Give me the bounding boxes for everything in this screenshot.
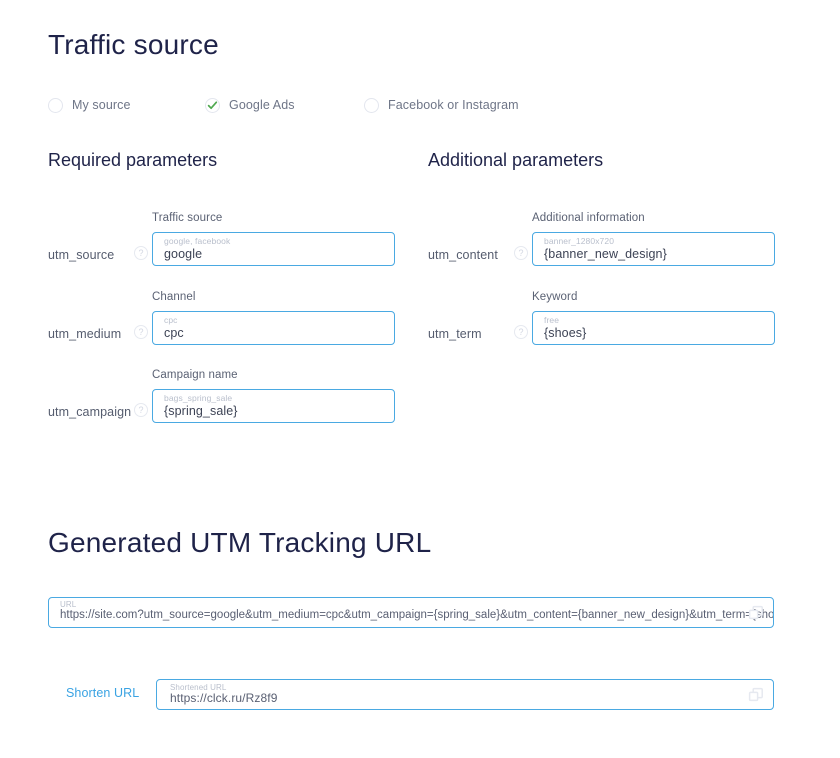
check-icon [205,97,220,113]
generated-url-title: Generated UTM Tracking URL [48,527,432,558]
input-placeholder: free [544,315,560,325]
source-option-group: My source Google Ads Facebook or Instagr… [48,96,788,114]
input-value: {spring_sale} [164,404,238,418]
param-label: utm_medium [48,327,122,341]
copy-icon[interactable] [748,605,764,621]
utm-campaign-input[interactable]: bags_spring_sale {spring_sale} [152,389,395,423]
param-label: utm_content [428,248,498,262]
input-placeholder: banner_1280x720 [544,236,615,246]
help-icon[interactable]: ? [134,325,148,339]
field-caption: Channel [152,291,196,303]
utm-content-input[interactable]: banner_1280x720 {banner_new_design} [532,232,775,266]
radio-empty-icon [364,97,379,113]
input-value: {shoes} [544,326,587,340]
source-option-label: Facebook or Instagram [388,98,519,112]
utm-source-input[interactable]: google, facebook google [152,232,395,266]
utm-medium-input[interactable]: cpc cpc [152,311,395,345]
utm-builder-page: Traffic source My source Google Ads Face… [0,0,840,758]
field-caption: Keyword [532,291,578,303]
generated-url-value: https://site.com?utm_source=google&utm_m… [60,609,774,621]
shorten-url-link[interactable]: Shorten URL [66,686,139,700]
param-label: utm_source [48,248,115,262]
copy-icon[interactable] [748,687,764,703]
shortened-url-input[interactable]: Shortened URL https://clck.ru/Rz8f9 [156,679,774,710]
page-title: Traffic source [48,29,219,60]
field-caption: Campaign name [152,369,238,381]
generated-url-input[interactable]: URL https://site.com?utm_source=google&u… [48,597,774,628]
input-placeholder: URL [60,600,77,609]
help-icon[interactable]: ? [134,246,148,260]
help-icon[interactable]: ? [514,325,528,339]
help-icon[interactable]: ? [134,403,148,417]
input-placeholder: bags_spring_sale [164,393,233,403]
input-value: {banner_new_design} [544,247,667,261]
param-label: utm_campaign [48,405,132,419]
source-option-label: My source [72,98,131,112]
input-placeholder: cpc [164,315,178,325]
source-option-my-source[interactable]: My source [48,96,131,114]
input-value: cpc [164,326,184,340]
shortened-url-value: https://clck.ru/Rz8f9 [170,691,278,705]
input-placeholder: google, facebook [164,236,231,246]
field-caption: Additional information [532,212,645,224]
param-label: utm_term [428,327,482,341]
source-option-facebook-instagram[interactable]: Facebook or Instagram [364,96,519,114]
source-option-label: Google Ads [229,98,295,112]
source-option-google-ads[interactable]: Google Ads [205,96,295,114]
utm-term-input[interactable]: free {shoes} [532,311,775,345]
input-value: google [164,247,203,261]
help-icon[interactable]: ? [514,246,528,260]
radio-empty-icon [48,97,63,113]
field-caption: Traffic source [152,212,223,224]
required-parameters-heading: Required parameters [48,150,218,170]
additional-parameters-heading: Additional parameters [428,150,604,170]
